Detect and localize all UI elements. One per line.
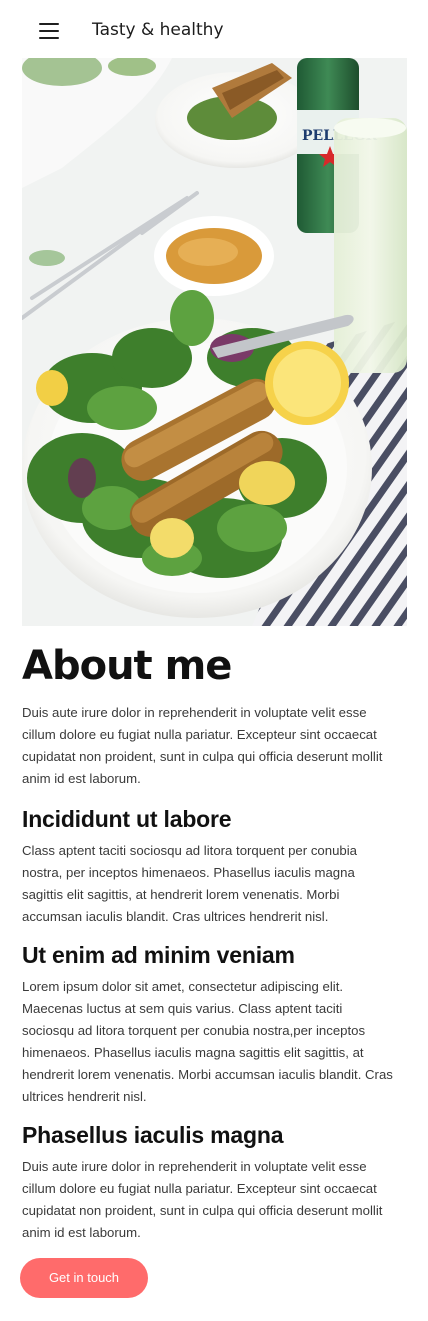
- menu-icon-line: [39, 23, 59, 25]
- about-paragraph: Duis aute irure dolor in reprehenderit i…: [22, 705, 383, 786]
- section-heading: Ut enim ad minim veniam: [22, 942, 295, 968]
- section-heading: Phasellus iaculis magna: [22, 1122, 284, 1148]
- main-content: About me Duis aute irure dolor in repreh…: [22, 638, 398, 1240]
- section-paragraph: Lorem ipsum dolor sit amet, consectetur …: [22, 979, 393, 1104]
- section-paragraph: Class aptent taciti sociosqu ad litora t…: [22, 843, 358, 924]
- section-heading: Incididunt ut labore: [22, 806, 232, 832]
- hero-image: PELLEGR: [22, 58, 407, 626]
- section-paragraph: Duis aute irure dolor in reprehenderit i…: [22, 1159, 383, 1240]
- content-section: Phasellus iaculis magna Duis aute irure …: [22, 1120, 398, 1244]
- content-section: Ut enim ad minim veniam Lorem ipsum dolo…: [22, 940, 398, 1108]
- app-title: Tasty & healthy: [92, 20, 224, 40]
- page-title: About me: [22, 643, 232, 689]
- get-in-touch-button[interactable]: Get in touch: [20, 1258, 148, 1298]
- top-app-bar: Tasty & healthy: [0, 0, 428, 58]
- menu-icon-line: [39, 37, 59, 39]
- content-section: Incididunt ut labore Class aptent taciti…: [22, 804, 398, 928]
- hamburger-menu-icon[interactable]: [36, 19, 62, 43]
- menu-icon-line: [39, 30, 59, 32]
